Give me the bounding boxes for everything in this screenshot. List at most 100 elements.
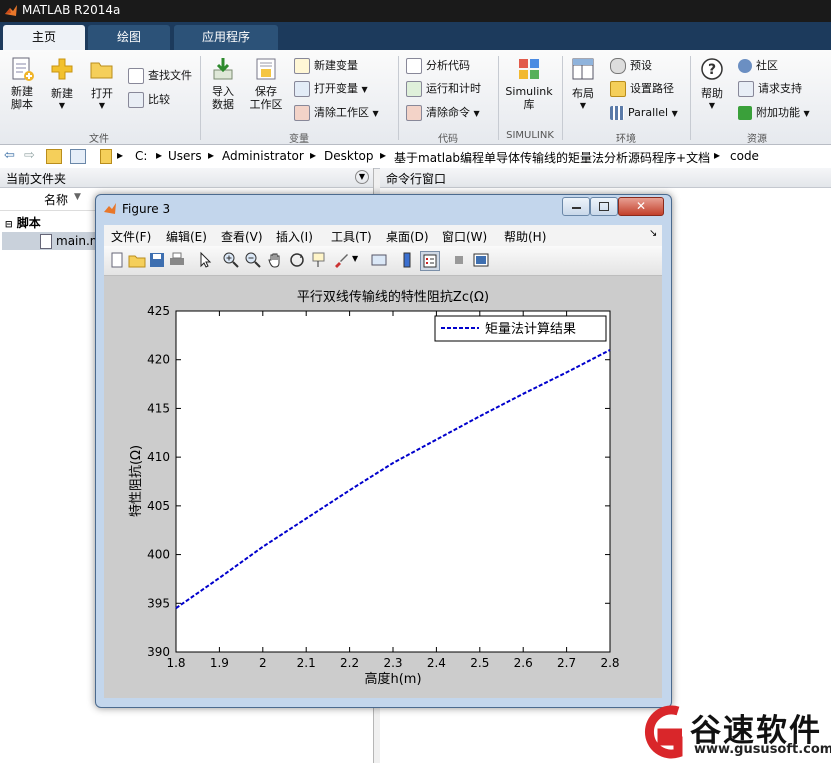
tab-plots[interactable]: 绘图 bbox=[88, 25, 170, 50]
dock-arrow-icon[interactable]: ↘ bbox=[649, 228, 657, 239]
parallel-button[interactable]: Parallel ▼ bbox=[610, 103, 678, 123]
hide-plot-tools-icon[interactable] bbox=[450, 251, 468, 269]
menu-tools[interactable]: 工具(T) bbox=[331, 228, 372, 245]
menu-edit[interactable]: 编辑(E) bbox=[166, 228, 207, 245]
ribbon-divider bbox=[562, 56, 563, 140]
legend-icon[interactable] bbox=[420, 251, 440, 271]
brush-dropdown-icon[interactable]: ▼ bbox=[352, 254, 358, 263]
menu-insert[interactable]: 插入(I) bbox=[276, 228, 313, 245]
up-folder-icon[interactable] bbox=[46, 149, 62, 164]
show-plot-tools-icon[interactable] bbox=[472, 251, 490, 269]
import-icon bbox=[213, 58, 233, 80]
simulink-library-button[interactable]: Simulink 库 bbox=[503, 56, 555, 111]
minimize-button[interactable] bbox=[562, 197, 590, 216]
panel-menu-icon[interactable]: ▼ bbox=[355, 170, 369, 184]
tab-apps[interactable]: 应用程序 bbox=[174, 25, 278, 50]
open-button[interactable]: 打开 ▼ bbox=[84, 56, 120, 110]
save-workspace-button[interactable]: 保存 工作区 bbox=[246, 56, 286, 111]
layout-button[interactable]: 布局 ▼ bbox=[566, 56, 600, 110]
zoom-out-icon[interactable] bbox=[244, 251, 262, 269]
clear-workspace-label: 清除工作区 bbox=[314, 106, 369, 119]
new-variable-button[interactable]: 新建变量 bbox=[294, 56, 358, 76]
community-button[interactable]: 社区 bbox=[738, 56, 778, 76]
collapse-icon[interactable]: ⊟ bbox=[5, 220, 13, 230]
set-path-button[interactable]: 设置路径 bbox=[610, 79, 674, 99]
browse-folder-icon[interactable] bbox=[70, 149, 86, 164]
breadcrumb-administrator[interactable]: Administrator bbox=[222, 149, 304, 163]
tab-home[interactable]: 主页 bbox=[3, 25, 85, 50]
save-icon[interactable] bbox=[148, 251, 166, 269]
open-file-icon[interactable] bbox=[128, 251, 146, 269]
folder-icon bbox=[100, 149, 112, 164]
forward-icon[interactable]: ⇨ bbox=[24, 148, 35, 163]
group-label-variable: 变量 bbox=[289, 134, 309, 145]
back-icon[interactable]: ⇦ bbox=[4, 148, 15, 163]
pointer-icon[interactable] bbox=[196, 251, 214, 269]
zoom-in-icon[interactable] bbox=[222, 251, 240, 269]
y-axis-label: 特性阻抗(Ω) bbox=[129, 445, 144, 517]
analyze-code-icon bbox=[406, 58, 422, 74]
add-ons-button[interactable]: 附加功能 ▼ bbox=[738, 103, 810, 123]
breadcrumb-drive[interactable]: C: bbox=[135, 149, 147, 163]
ribbon-divider bbox=[200, 56, 201, 140]
x-tick-label: 2.5 bbox=[470, 656, 489, 670]
pan-hand-icon[interactable] bbox=[266, 251, 284, 269]
help-button[interactable]: ? 帮助 ▼ bbox=[695, 56, 729, 110]
file-group-scripts[interactable]: ⊟ 脚本 bbox=[5, 214, 41, 231]
compare-button[interactable]: 比较 bbox=[128, 90, 170, 110]
legend[interactable]: 矩量法计算结果 bbox=[434, 315, 607, 342]
legend-label: 矩量法计算结果 bbox=[485, 322, 576, 337]
save-workspace-icon bbox=[256, 58, 276, 80]
chart-svg: 平行双线传输线的特性阻抗Zc(Ω) 高度h(m) 特性阻抗(Ω) 1.8 1.9 2… bbox=[129, 289, 620, 687]
menu-help[interactable]: 帮助(H) bbox=[504, 228, 546, 245]
x-tick-label: 2.6 bbox=[514, 656, 533, 670]
clear-workspace-button[interactable]: 清除工作区 ▼ bbox=[294, 103, 379, 123]
file-group-label: 脚本 bbox=[16, 216, 41, 230]
breadcrumb-project[interactable]: 基于matlab编程单导体传输线的矩量法分析源码程序+文档 bbox=[394, 149, 710, 166]
breadcrumb-code[interactable]: code bbox=[730, 149, 759, 163]
import-data-label: 导入 数据 bbox=[212, 85, 234, 111]
ribbon-toolbar: 新建 脚本 新建 ▼ 打开 ▼ 查找文件 比较 文件 导入 数据 保存 工作区 … bbox=[0, 50, 831, 145]
clear-commands-button[interactable]: 清除命令 ▼ bbox=[406, 103, 480, 123]
new-script-button[interactable]: 新建 脚本 bbox=[4, 56, 40, 111]
sort-desc-icon[interactable]: ▼ bbox=[74, 192, 81, 202]
column-header-name[interactable]: 名称 bbox=[44, 191, 68, 208]
new-variable-icon bbox=[294, 58, 310, 74]
clear-commands-label: 清除命令 bbox=[426, 106, 470, 119]
list-item[interactable]: main.m bbox=[2, 232, 102, 250]
open-variable-icon bbox=[294, 81, 310, 97]
print-icon[interactable] bbox=[168, 251, 186, 269]
x-tick-label: 2 bbox=[259, 656, 267, 670]
breadcrumb-desktop[interactable]: Desktop bbox=[324, 149, 374, 163]
y-tick-label: 390 bbox=[147, 645, 170, 659]
new-button[interactable]: 新建 ▼ bbox=[44, 56, 80, 110]
menu-file[interactable]: 文件(F) bbox=[111, 228, 151, 245]
breadcrumb-users[interactable]: Users bbox=[168, 149, 202, 163]
menu-view[interactable]: 查看(V) bbox=[221, 228, 263, 245]
find-files-button[interactable]: 查找文件 bbox=[128, 66, 192, 86]
colorbar-icon[interactable] bbox=[398, 251, 416, 269]
maximize-button[interactable] bbox=[590, 197, 618, 216]
request-support-button[interactable]: 请求支持 bbox=[738, 79, 802, 99]
analyze-code-button[interactable]: 分析代码 bbox=[406, 56, 470, 76]
close-button[interactable]: ✕ bbox=[618, 197, 664, 216]
preferences-button[interactable]: 预设 bbox=[610, 56, 652, 76]
open-variable-button[interactable]: 打开变量 ▼ bbox=[294, 79, 368, 99]
compare-label: 比较 bbox=[148, 93, 170, 106]
link-plot-icon[interactable] bbox=[370, 251, 388, 269]
menu-desktop[interactable]: 桌面(D) bbox=[386, 228, 429, 245]
run-and-time-button[interactable]: 运行和计时 bbox=[406, 79, 481, 99]
import-data-button[interactable]: 导入 数据 bbox=[205, 56, 241, 111]
group-label-simulink: SIMULINK bbox=[506, 130, 554, 141]
brush-icon[interactable] bbox=[332, 251, 350, 269]
y-tick-label: 400 bbox=[147, 548, 170, 562]
rotate-3d-icon[interactable] bbox=[288, 251, 306, 269]
close-icon: ✕ bbox=[635, 199, 647, 213]
eraser-icon bbox=[406, 105, 422, 121]
request-support-label: 请求支持 bbox=[758, 82, 802, 95]
data-cursor-icon[interactable] bbox=[310, 251, 328, 269]
add-ons-icon bbox=[738, 106, 752, 120]
menu-window[interactable]: 窗口(W) bbox=[442, 228, 487, 245]
new-figure-icon[interactable] bbox=[108, 251, 126, 269]
figure-window[interactable]: Figure 3 ✕ 文件(F) 编辑(E) 查看(V) 插入(I) 工具(T)… bbox=[95, 194, 672, 708]
